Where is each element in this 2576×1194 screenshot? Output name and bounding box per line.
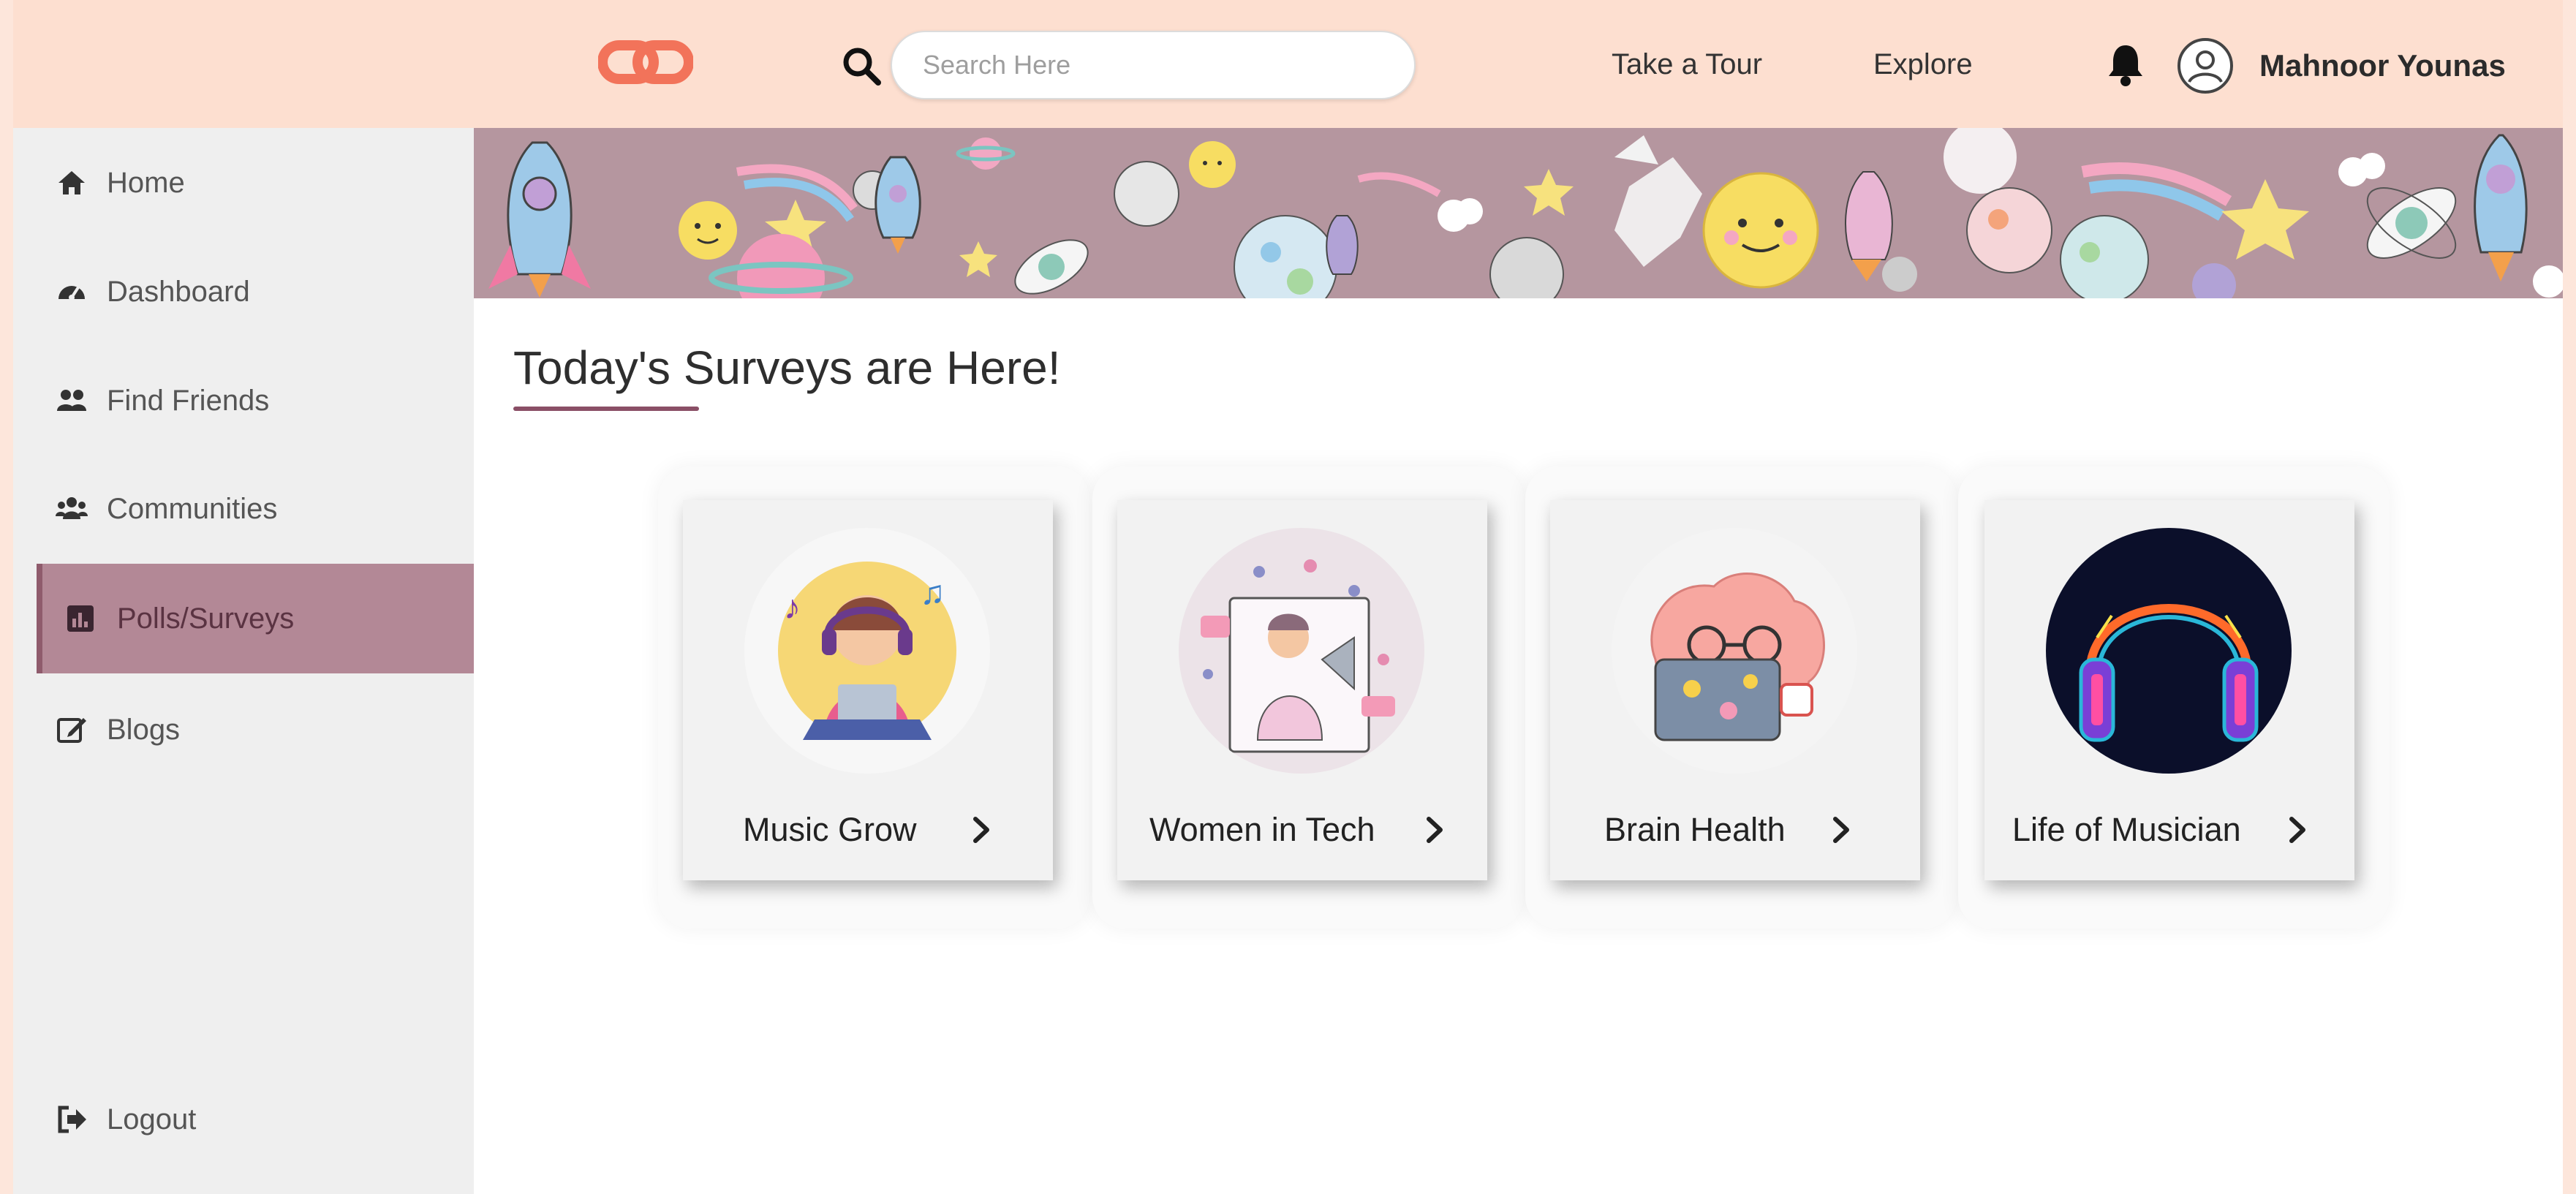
chevron-right-icon[interactable] (1825, 812, 1857, 848)
dashboard-icon (58, 286, 85, 301)
survey-card-music-grow[interactable]: ♪ ♫ Music Grow (683, 500, 1053, 880)
women-in-tech-image (1179, 528, 1424, 774)
logo-icon[interactable] (597, 29, 694, 95)
sidebar-item-polls-surveys[interactable]: Polls/Surveys (37, 564, 474, 673)
sidebar-item-blogs[interactable]: Blogs (13, 698, 474, 762)
sidebar-item-label: Blogs (107, 713, 181, 746)
music-grow-image: ♪ ♫ (744, 528, 990, 774)
chevron-right-icon[interactable] (1419, 812, 1451, 848)
sidebar-item-communities[interactable]: Communities (13, 477, 474, 541)
satellite-icon (1014, 239, 1089, 295)
main-content: Today's Surveys are Here! ♪ ♫ Music Grow… (474, 298, 2563, 1194)
survey-name: Life of Musician (2012, 811, 2241, 848)
top-navbar: Search Here Take a Tour Explore Mahnoor … (13, 0, 2563, 128)
poll-icon (67, 605, 94, 632)
title-underline (513, 407, 699, 411)
survey-name: Music Grow (743, 811, 917, 848)
logout-button[interactable]: Logout (13, 1087, 474, 1152)
friends-icon (57, 390, 86, 411)
sun-icon (1702, 172, 1819, 289)
sidebar: Home Dashboard Find Friends Communities (13, 128, 474, 1194)
space-pattern-banner (474, 128, 2563, 298)
edit-icon (57, 718, 86, 743)
home-icon (58, 171, 85, 194)
search-placeholder: Search Here (923, 50, 1071, 80)
satellite-icon (2366, 187, 2457, 259)
search-icon[interactable] (839, 44, 883, 88)
survey-name: Women in Tech (1149, 811, 1375, 848)
rocket-icon (488, 141, 591, 298)
explore-link[interactable]: Explore (1873, 48, 1973, 81)
logout-label: Logout (107, 1103, 197, 1136)
sidebar-item-label: Communities (107, 492, 278, 525)
survey-card-women-in-tech[interactable]: Women in Tech (1117, 500, 1487, 880)
rocket-icon (2474, 134, 2528, 282)
sidebar-item-label: Find Friends (107, 384, 270, 417)
take-a-tour-link[interactable]: Take a Tour (1612, 48, 1762, 81)
avatar-icon[interactable] (2176, 37, 2235, 95)
svg-text:♪: ♪ (784, 588, 801, 626)
survey-name: Brain Health (1604, 811, 1786, 848)
search-input[interactable]: Search Here (891, 31, 1416, 99)
sidebar-item-find-friends[interactable]: Find Friends (13, 369, 474, 433)
bell-icon[interactable] (2106, 42, 2145, 88)
brain-health-image (1612, 528, 1857, 774)
sidebar-item-label: Polls/Surveys (117, 602, 295, 635)
chevron-right-icon[interactable] (2281, 812, 2314, 848)
chevron-right-icon[interactable] (965, 812, 997, 848)
life-of-musician-image (2046, 528, 2292, 774)
user-name[interactable]: Mahnoor Younas (2259, 48, 2506, 83)
community-icon (56, 497, 88, 519)
sidebar-item-home[interactable]: Home (13, 151, 474, 215)
svg-text:♫: ♫ (920, 573, 945, 611)
logout-icon (58, 1106, 86, 1133)
sidebar-item-label: Home (107, 166, 185, 199)
sun-icon (679, 201, 737, 260)
survey-card-life-of-musician[interactable]: Life of Musician (1984, 500, 2354, 880)
survey-card-brain-health[interactable]: Brain Health (1550, 500, 1920, 880)
sidebar-item-label: Dashboard (107, 275, 250, 308)
sidebar-item-dashboard[interactable]: Dashboard (13, 260, 474, 324)
page-title: Today's Surveys are Here! (513, 341, 1061, 394)
